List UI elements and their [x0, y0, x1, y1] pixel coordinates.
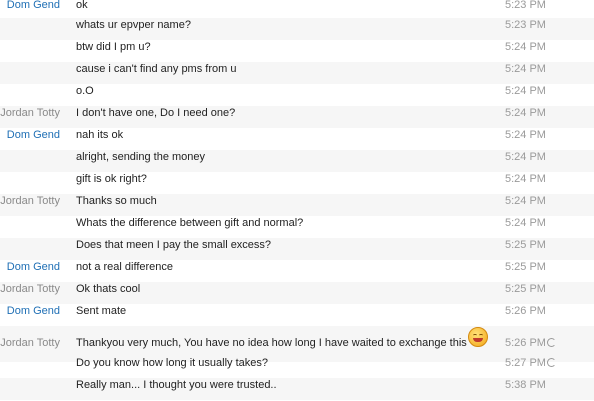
message-time: 5:25 PM	[505, 239, 546, 251]
grinning-emoji-icon	[468, 327, 488, 347]
message-text: Does that meen I pay the small excess?	[76, 239, 272, 251]
message-text: o.O	[76, 85, 94, 97]
message-text: whats ur epvper name?	[76, 19, 191, 31]
message-time: 5:24 PM	[505, 107, 546, 119]
chat-history: Dom Gend ok 5:23 PM whats ur epvper name…	[0, 0, 594, 401]
message-row: Whats the difference between gift and no…	[0, 216, 594, 238]
message-text: Ok thats cool	[76, 283, 141, 295]
sender-name[interactable]: Jordan Totty	[0, 336, 60, 350]
message-text: ok	[76, 0, 88, 11]
message-row: Dom Gend Sent mate 5:26 PM	[0, 304, 594, 326]
message-row: Really man... I thought you were trusted…	[0, 378, 594, 400]
sender-name[interactable]: Dom Gend	[0, 304, 60, 318]
sender-name[interactable]: Dom Gend	[0, 0, 60, 12]
sender-name[interactable]: Dom Gend	[0, 128, 60, 142]
message-row: Does that meen I pay the small excess? 5…	[0, 238, 594, 260]
message-text: btw did I pm u?	[76, 41, 151, 53]
message-text: Thanks so much	[76, 195, 157, 207]
message-row: cause i can't find any pms from u 5:24 P…	[0, 62, 594, 84]
message-text: Really man... I thought you were trusted…	[76, 379, 277, 391]
message-row: Jordan Totty Thanks so much 5:24 PM	[0, 194, 594, 216]
message-time: 5:24 PM	[505, 41, 546, 53]
message-text: gift is ok right?	[76, 173, 147, 185]
message-text: Do you know how long it usually takes?	[76, 357, 268, 369]
message-row: Jordan Totty Ok thats cool 5:25 PM	[0, 282, 594, 304]
message-row: whats ur epvper name? 5:23 PM	[0, 18, 594, 40]
message-time: 5:24 PM	[505, 63, 546, 75]
message-time: 5:24 PM	[505, 151, 546, 163]
message-time: 5:25 PM	[505, 283, 546, 295]
message-time: 5:23 PM	[505, 0, 546, 11]
message-row: btw did I pm u? 5:24 PM	[0, 40, 594, 62]
message-text: cause i can't find any pms from u	[76, 63, 237, 75]
message-row: Jordan Totty I don't have one, Do I need…	[0, 106, 594, 128]
pending-spinner-icon	[547, 338, 556, 347]
message-text: Thankyou very much, You have no idea how…	[76, 337, 467, 349]
message-text: not a real difference	[76, 261, 174, 273]
message-row: Dom Gend nah its ok 5:24 PM	[0, 128, 594, 150]
message-row: gift is ok right? 5:24 PM	[0, 172, 594, 194]
sender-name[interactable]: Jordan Totty	[0, 194, 60, 208]
message-time: 5:24 PM	[505, 173, 546, 185]
sender-name[interactable]: Jordan Totty	[0, 106, 60, 120]
message-row: Do you know how long it usually takes? 5…	[0, 356, 594, 378]
message-text: nah its ok	[76, 129, 124, 141]
message-time: 5:24 PM	[505, 195, 546, 207]
sender-name[interactable]: Jordan Totty	[0, 282, 60, 296]
message-row: Dom Gend not a real difference 5:25 PM	[0, 260, 594, 282]
message-text: Sent mate	[76, 305, 127, 317]
pending-spinner-icon	[547, 358, 556, 367]
message-time: 5:24 PM	[505, 217, 546, 229]
message-row: alright, sending the money 5:24 PM	[0, 150, 594, 172]
message-time: 5:26 PM	[505, 305, 546, 317]
message-text: I don't have one, Do I need one?	[76, 107, 236, 119]
message-text: alright, sending the money	[76, 151, 206, 163]
message-row: Dom Gend ok 5:23 PM	[0, 0, 594, 20]
message-time: 5:24 PM	[505, 85, 546, 97]
message-time: 5:27 PM	[505, 357, 546, 369]
message-time: 5:26 PM	[505, 337, 546, 349]
sender-name[interactable]: Dom Gend	[0, 260, 60, 274]
message-time: 5:25 PM	[505, 261, 546, 273]
message-text: Whats the difference between gift and no…	[76, 217, 304, 229]
message-time: 5:24 PM	[505, 129, 546, 141]
message-time: 5:38 PM	[505, 379, 546, 391]
message-time: 5:23 PM	[505, 19, 546, 31]
message-row: o.O 5:24 PM	[0, 84, 594, 106]
